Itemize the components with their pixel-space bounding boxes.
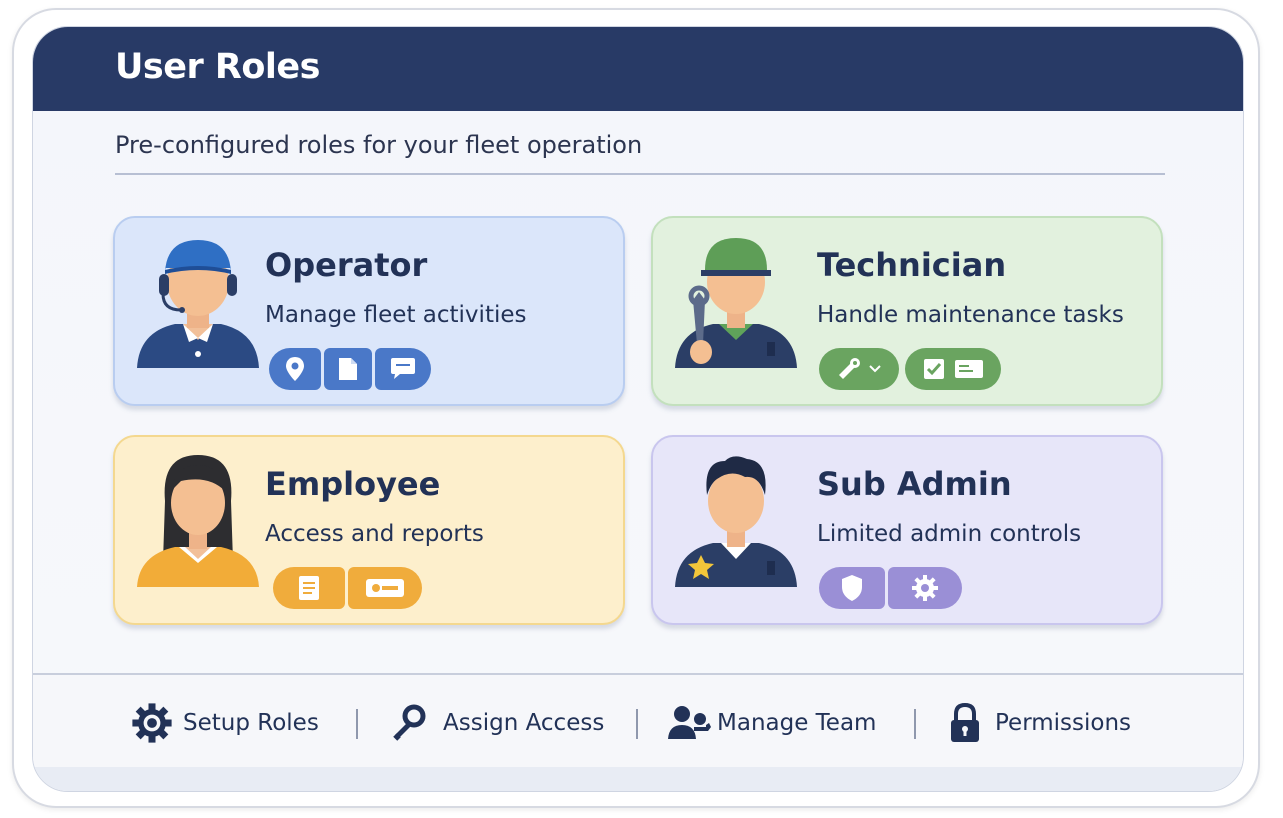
role-title: Operator [265,246,428,284]
location-chip[interactable] [269,348,321,390]
separator [636,709,638,739]
tasks-chip[interactable] [905,348,1001,390]
page-subtitle: Pre-configured roles for your fleet oper… [115,131,643,159]
chat-chip[interactable] [375,348,431,390]
separator [914,709,916,739]
separator [356,709,358,739]
role-card-sub-admin[interactable]: Sub Admin Limited admin controls [651,435,1163,625]
settings-chip[interactable] [888,567,962,609]
employee-avatar [137,455,259,587]
footer-item-label: Manage Team [717,710,877,736]
role-description: Access and reports [265,521,484,547]
key-icon [393,704,426,741]
role-description: Limited admin controls [817,521,1082,547]
role-card-operator[interactable]: Operator Manage fleet activities [113,216,625,406]
setup-roles-button[interactable]: Setup Roles [131,703,319,743]
checkbox-icon [924,359,944,379]
key-card-icon [366,579,404,597]
role-card-employee[interactable]: Employee Access and reports [113,435,625,625]
sub-admin-avatar [675,456,797,587]
report-icon [299,576,319,600]
permission-chips [819,567,962,609]
user-roles-panel: User Roles Pre-configured roles for your… [32,26,1244,792]
footer-item-label: Permissions [995,710,1132,736]
id-card-icon [955,360,983,378]
role-title: Technician [817,246,1007,284]
manage-team-button[interactable]: Manage Team [667,703,876,743]
role-card-technician[interactable]: Technician Handle maintenance tasks [651,216,1163,406]
technician-avatar [675,238,797,368]
footer-strip [33,767,1243,791]
role-title: Employee [265,465,441,503]
permission-chips [273,567,422,609]
role-description: Handle maintenance tasks [817,302,1124,328]
permission-chips [819,348,1001,390]
role-title: Sub Admin [817,465,1012,503]
wrench-icon [839,358,860,379]
location-pin-icon [286,357,304,381]
security-chip[interactable] [819,567,885,609]
gear-icon [912,575,938,601]
access-card-chip[interactable] [348,567,422,609]
shield-icon [842,575,862,601]
document-chip[interactable] [324,348,372,390]
team-icon [668,706,711,739]
assign-access-button[interactable]: Assign Access [389,703,604,743]
operator-avatar [137,240,259,368]
lock-icon [951,702,979,742]
tools-chip[interactable] [819,348,899,390]
chat-icon [391,358,415,379]
footer-actions: Setup Roles Assign Access Manage Team Pe… [33,673,1243,791]
permissions-button[interactable]: Permissions [947,702,1132,743]
page-title: User Roles [115,47,321,87]
divider [115,173,1165,175]
chevron-down-icon [869,365,881,373]
role-description: Manage fleet activities [265,302,527,328]
header-bar: User Roles [33,27,1243,111]
footer-item-label: Setup Roles [183,710,319,736]
permission-chips [269,348,431,390]
footer-item-label: Assign Access [443,710,605,736]
gear-icon [132,703,172,743]
reports-chip[interactable] [273,567,345,609]
document-icon [339,358,357,380]
